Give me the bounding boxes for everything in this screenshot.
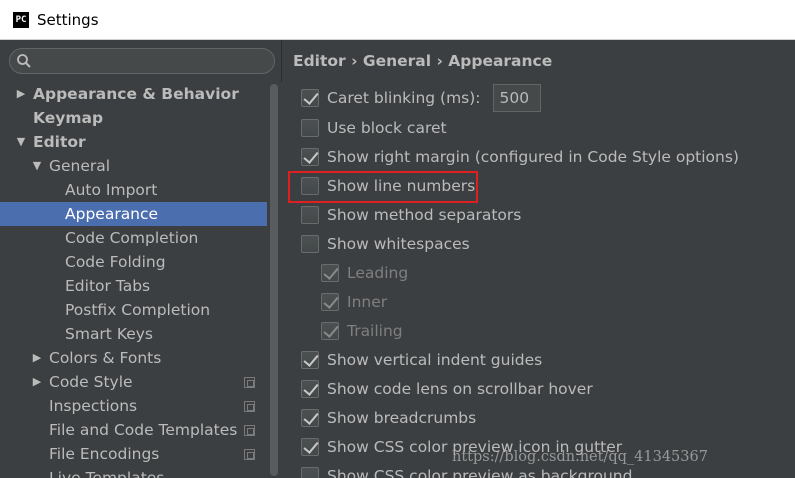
tree-item-inspections[interactable]: Inspections	[0, 394, 267, 418]
checkbox[interactable]	[301, 89, 319, 107]
tree-item-file-encodings[interactable]: File Encodings	[0, 442, 267, 466]
watermark: https://blog.csdn.net/qq_41345367	[452, 449, 708, 465]
option-use-block-caret[interactable]: Use block caret	[301, 116, 447, 140]
option-show-vertical-indent-guides[interactable]: Show vertical indent guides	[301, 348, 542, 372]
option-show-code-lens[interactable]: Show code lens on scrollbar hover	[301, 377, 593, 401]
option-show-breadcrumbs[interactable]: Show breadcrumbs	[301, 406, 476, 430]
expand-arrow-icon[interactable]: ▶	[15, 82, 27, 106]
tree-item-file-code-templates[interactable]: File and Code Templates	[0, 418, 267, 442]
option-show-line-numbers[interactable]: Show line numbers	[301, 174, 475, 198]
checkbox[interactable]	[301, 119, 319, 137]
option-show-whitespaces[interactable]: Show whitespaces	[301, 232, 470, 256]
tree-item-postfix-completion[interactable]: Postfix Completion	[0, 298, 267, 322]
collapse-arrow-icon[interactable]: ▼	[15, 130, 27, 154]
option-leading: Leading	[321, 261, 408, 285]
tree-item-smart-keys[interactable]: Smart Keys	[0, 322, 267, 346]
expand-arrow-icon[interactable]: ▶	[31, 370, 43, 394]
checkbox[interactable]	[301, 177, 319, 195]
tree-item-code-folding[interactable]: Code Folding	[0, 250, 267, 274]
tree-item-colors-fonts[interactable]: ▶ Colors & Fonts	[0, 346, 267, 370]
option-show-right-margin[interactable]: Show right margin (configured in Code St…	[301, 145, 739, 169]
checkbox[interactable]	[301, 438, 319, 456]
settings-tree: ▶ Appearance & Behavior Keymap ▼ Editor …	[0, 82, 267, 478]
option-inner: Inner	[321, 290, 387, 314]
checkbox[interactable]	[301, 148, 319, 166]
expand-arrow-icon[interactable]: ▶	[31, 346, 43, 370]
project-settings-icon	[244, 449, 255, 460]
collapse-arrow-icon[interactable]: ▼	[31, 154, 43, 178]
option-trailing: Trailing	[321, 319, 403, 343]
project-settings-icon	[244, 377, 255, 388]
breadcrumb: Editor › General › Appearance	[293, 52, 553, 70]
project-settings-icon	[244, 401, 255, 412]
pycharm-app-icon: PC	[13, 11, 29, 28]
tree-item-appearance-behavior[interactable]: ▶ Appearance & Behavior	[0, 82, 267, 106]
option-css-color-preview-background[interactable]: Show CSS color preview as background	[301, 464, 632, 478]
tree-item-code-completion[interactable]: Code Completion	[0, 226, 267, 250]
checkbox	[321, 264, 339, 282]
checkbox[interactable]	[301, 467, 319, 478]
checkbox[interactable]	[301, 409, 319, 427]
checkbox[interactable]	[301, 235, 319, 253]
option-caret-blinking[interactable]: Caret blinking (ms):	[301, 84, 541, 112]
checkbox	[321, 322, 339, 340]
tree-scrollbar[interactable]	[267, 82, 282, 478]
search-icon	[17, 54, 31, 68]
tree-item-live-templates[interactable]: Live Templates	[0, 466, 267, 478]
settings-search-input[interactable]	[9, 48, 275, 74]
checkbox[interactable]	[301, 380, 319, 398]
tree-item-editor-tabs[interactable]: Editor Tabs	[0, 274, 267, 298]
tree-scrollbar-thumb[interactable]	[270, 84, 278, 476]
settings-sidebar: ▶ Appearance & Behavior Keymap ▼ Editor …	[0, 40, 282, 478]
tree-item-auto-import[interactable]: Auto Import	[0, 178, 267, 202]
settings-content: Editor › General › Appearance Caret blin…	[283, 40, 795, 478]
project-settings-icon	[244, 425, 255, 436]
checkbox[interactable]	[301, 206, 319, 224]
window-title: Settings	[37, 10, 99, 29]
title-bar: PC Settings	[0, 0, 795, 40]
checkbox	[321, 293, 339, 311]
option-show-method-separators[interactable]: Show method separators	[301, 203, 521, 227]
tree-item-editor[interactable]: ▼ Editor	[0, 130, 267, 154]
tree-item-general[interactable]: ▼ General	[0, 154, 267, 178]
checkbox[interactable]	[301, 351, 319, 369]
tree-item-keymap[interactable]: Keymap	[0, 106, 267, 130]
caret-blinking-ms-input[interactable]	[492, 84, 541, 112]
tree-item-code-style[interactable]: ▶ Code Style	[0, 370, 267, 394]
tree-item-appearance[interactable]: Appearance	[0, 202, 267, 226]
